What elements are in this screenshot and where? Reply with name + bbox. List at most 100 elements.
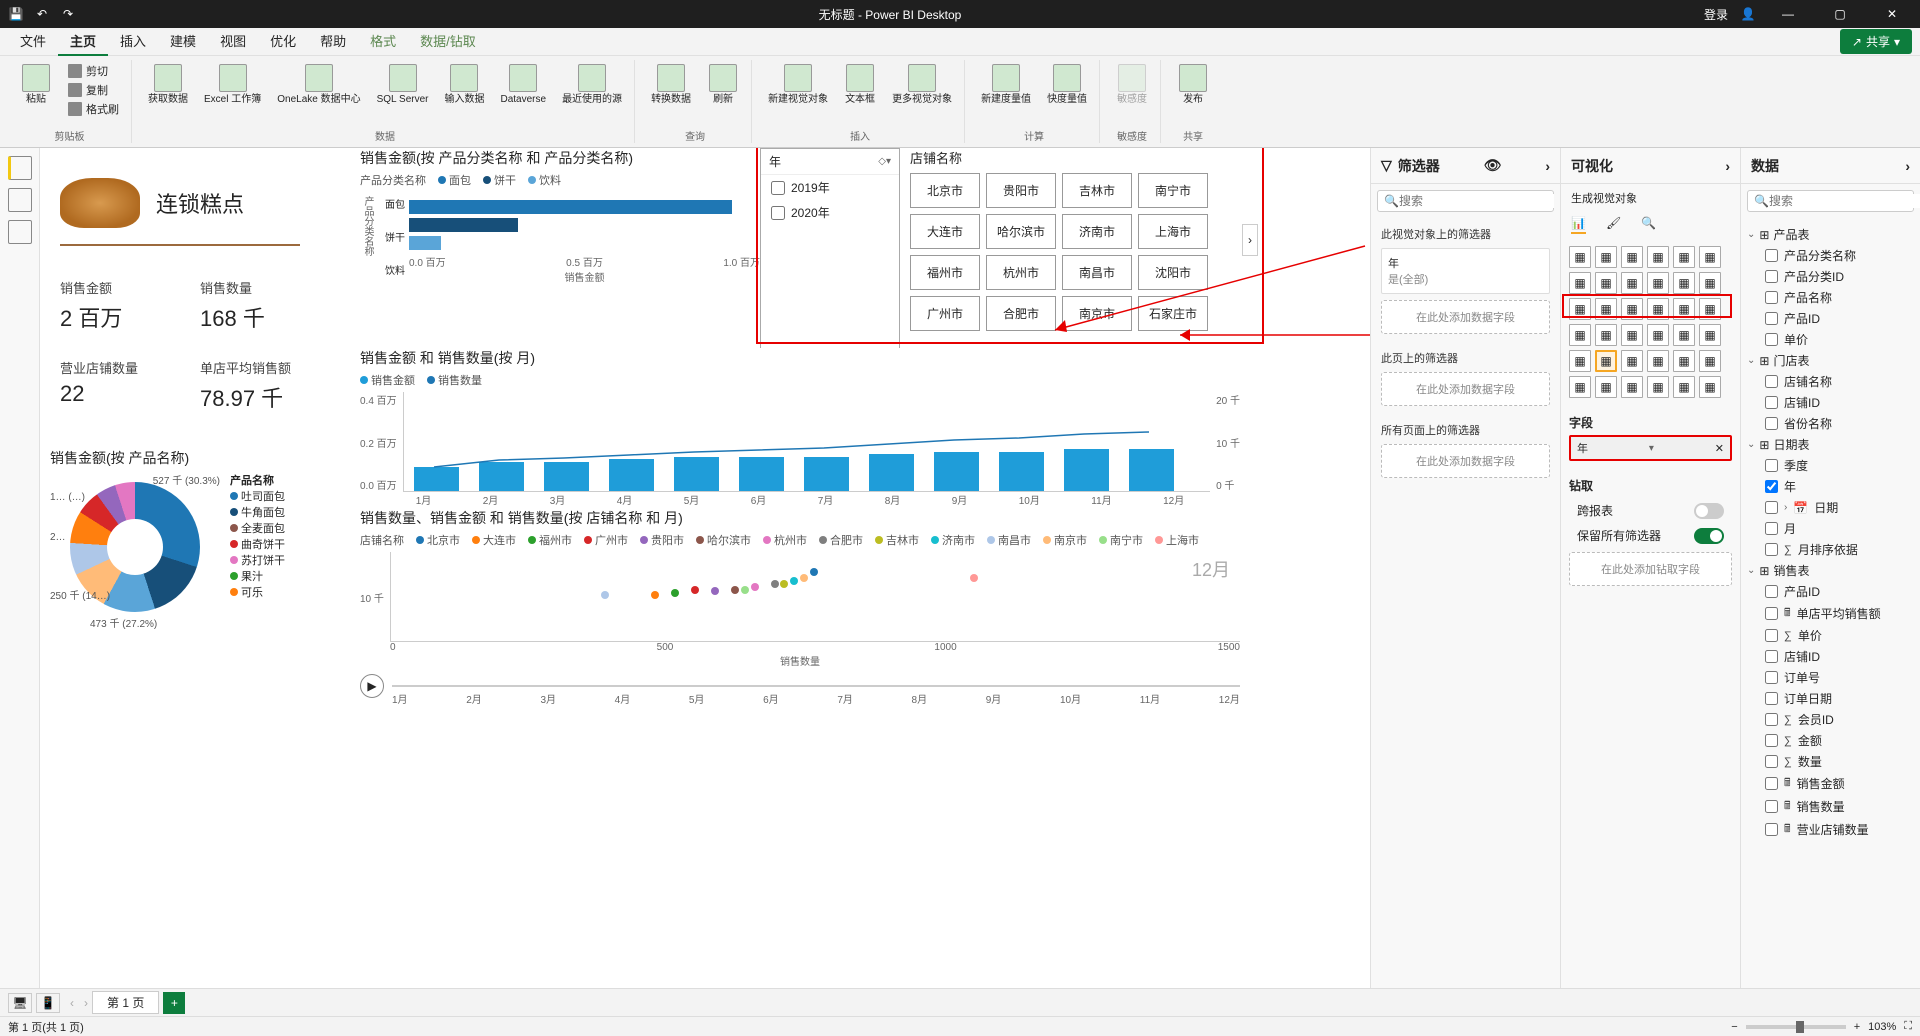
- field-item[interactable]: 产品ID: [1747, 581, 1914, 602]
- slicer-tile[interactable]: 大连市: [910, 214, 980, 249]
- brand-visual[interactable]: 连锁糕点: [60, 178, 244, 228]
- slicer-tile[interactable]: 广州市: [910, 296, 980, 331]
- cut-button[interactable]: 剪切: [64, 62, 123, 80]
- fit-page-icon[interactable]: ⛶: [1904, 1020, 1912, 1033]
- kpi-sales-qty[interactable]: 销售数量 168 千: [200, 278, 265, 333]
- field-item[interactable]: 🖩单店平均销售额: [1747, 602, 1914, 625]
- tab-optimize[interactable]: 优化: [258, 28, 308, 56]
- slicer-tile[interactable]: 石家庄市: [1138, 296, 1208, 331]
- slicer-tile[interactable]: 上海市: [1138, 214, 1208, 249]
- filter-drop-zone[interactable]: 在此处添加数据字段: [1381, 300, 1550, 334]
- desktop-view-icon[interactable]: 🖥: [8, 993, 32, 1013]
- viz-type-icon[interactable]: ▦: [1621, 298, 1643, 320]
- more-visuals-button[interactable]: 更多视觉对象: [886, 60, 958, 128]
- undo-icon[interactable]: ↶: [34, 6, 50, 22]
- refresh-button[interactable]: 刷新: [701, 60, 745, 128]
- zoom-out-icon[interactable]: −: [1731, 1021, 1737, 1033]
- new-measure-button[interactable]: 新建度量值: [975, 60, 1037, 128]
- field-chip-year[interactable]: 年 ▾ ✕: [1569, 435, 1732, 461]
- viz-type-icon[interactable]: ▦: [1595, 272, 1617, 294]
- field-item[interactable]: 产品名称: [1747, 287, 1914, 308]
- close-icon[interactable]: ✕: [1872, 0, 1912, 28]
- slicer-tile[interactable]: 吉林市: [1062, 173, 1132, 208]
- scatter-chart-visual[interactable]: 销售数量、销售金额 和 销售数量(按 店铺名称 和 月) 店铺名称北京市大连市福…: [360, 508, 1240, 698]
- excel-button[interactable]: Excel 工作簿: [198, 60, 267, 128]
- build-tab-icon[interactable]: 📊: [1571, 216, 1586, 234]
- field-item[interactable]: ∑会员ID: [1747, 709, 1914, 730]
- viz-type-icon[interactable]: ▦: [1621, 350, 1643, 372]
- slicer-tile[interactable]: 贵阳市: [986, 173, 1056, 208]
- share-button[interactable]: ↗共享▾: [1840, 29, 1912, 54]
- filters-search[interactable]: 🔍: [1377, 190, 1554, 212]
- donut-chart-visual[interactable]: 销售金额(按 产品名称) 527 千 (30.3%) 1… (…) 2… 250…: [50, 448, 350, 622]
- keep-filters-toggle[interactable]: 保留所有筛选器: [1569, 523, 1732, 548]
- viz-type-icon[interactable]: ▦: [1569, 272, 1591, 294]
- viz-type-icon[interactable]: ▦: [1673, 324, 1695, 346]
- redo-icon[interactable]: ↷: [60, 6, 76, 22]
- recent-sources-button[interactable]: 最近使用的源: [556, 60, 628, 128]
- viz-type-icon[interactable]: ▦: [1673, 246, 1695, 268]
- enter-data-button[interactable]: 输入数据: [438, 60, 490, 128]
- field-item[interactable]: 产品分类名称: [1747, 245, 1914, 266]
- field-item[interactable]: 店铺ID: [1747, 646, 1914, 667]
- mobile-view-icon[interactable]: 📱: [36, 993, 60, 1013]
- chevron-down-icon[interactable]: ▾: [1649, 443, 1654, 454]
- field-item[interactable]: 🖩销售金额: [1747, 772, 1914, 795]
- viz-type-icon[interactable]: ▦: [1647, 272, 1669, 294]
- tab-format[interactable]: 格式: [358, 28, 408, 56]
- collapse-icon[interactable]: ›: [1725, 158, 1730, 174]
- viz-type-icon[interactable]: ▦: [1621, 246, 1643, 268]
- viz-type-icon[interactable]: ▦: [1647, 246, 1669, 268]
- tab-file[interactable]: 文件: [8, 28, 58, 56]
- new-visual-button[interactable]: 新建视觉对象: [762, 60, 834, 128]
- filter-drop-zone[interactable]: 在此处添加数据字段: [1381, 372, 1550, 406]
- slicer-tile[interactable]: 杭州市: [986, 255, 1056, 290]
- kpi-sales-amount[interactable]: 销售金额 2 百万: [60, 278, 122, 333]
- eraser-icon[interactable]: ◇: [878, 156, 886, 167]
- data-view-icon[interactable]: [8, 188, 32, 212]
- eye-icon[interactable]: 👁: [1484, 157, 1502, 174]
- login-button[interactable]: 登录: [1704, 6, 1728, 23]
- viz-type-icon[interactable]: ▦: [1673, 272, 1695, 294]
- format-tab-icon[interactable]: 🖌: [1606, 216, 1621, 234]
- year-slicer-visual[interactable]: 年 ◇ ▾ 2019年 2020年 ▽ ⛶ ⋯: [760, 148, 900, 378]
- table-header[interactable]: ⌄⊞销售表: [1747, 560, 1914, 581]
- slicer-tile[interactable]: 合肥市: [986, 296, 1056, 331]
- viz-type-icon[interactable]: ▦: [1595, 324, 1617, 346]
- zoom-in-icon[interactable]: +: [1854, 1021, 1860, 1033]
- field-item[interactable]: 订单日期: [1747, 688, 1914, 709]
- paste-button[interactable]: 粘贴: [14, 60, 58, 128]
- table-header[interactable]: ⌄⊞日期表: [1747, 434, 1914, 455]
- tab-help[interactable]: 帮助: [308, 28, 358, 56]
- viz-type-icon[interactable]: ▦: [1621, 272, 1643, 294]
- textbox-button[interactable]: 文本框: [838, 60, 882, 128]
- combo-chart-visual[interactable]: 销售金额 和 销售数量(按 月) 销售金额 销售数量 0.4 百万0.2 百万0…: [360, 348, 1240, 522]
- transform-data-button[interactable]: 转换数据: [645, 60, 697, 128]
- slicer-tile[interactable]: 北京市: [910, 173, 980, 208]
- slicer-tile[interactable]: 南昌市: [1062, 255, 1132, 290]
- get-data-button[interactable]: 获取数据: [142, 60, 194, 128]
- drill-drop-zone[interactable]: 在此处添加钻取字段: [1569, 552, 1732, 586]
- viz-type-icon[interactable]: ▦: [1647, 376, 1669, 398]
- quick-measure-button[interactable]: 快度量值: [1041, 60, 1093, 128]
- field-item[interactable]: ›📅日期: [1747, 497, 1914, 518]
- slicer-item[interactable]: 2020年: [761, 200, 899, 225]
- minimize-icon[interactable]: —: [1768, 0, 1808, 28]
- model-view-icon[interactable]: [8, 220, 32, 244]
- collapse-icon[interactable]: ›: [1545, 158, 1550, 174]
- tab-data-drill[interactable]: 数据/钻取: [408, 28, 488, 56]
- sensitivity-button[interactable]: 敏感度: [1110, 60, 1154, 128]
- sql-button[interactable]: SQL Server: [371, 60, 435, 128]
- slicer-item[interactable]: 2019年: [761, 175, 899, 200]
- maximize-icon[interactable]: ▢: [1820, 0, 1860, 28]
- viz-type-icon[interactable]: ▦: [1699, 298, 1721, 320]
- store-slicer-visual[interactable]: 店铺名称 北京市贵阳市吉林市南宁市大连市哈尔滨市济南市上海市福州市杭州市南昌市沈…: [910, 148, 1240, 331]
- field-item[interactable]: 🖩营业店铺数量: [1747, 818, 1914, 841]
- filter-drop-zone[interactable]: 在此处添加数据字段: [1381, 444, 1550, 478]
- copy-button[interactable]: 复制: [64, 81, 123, 99]
- tab-home[interactable]: 主页: [58, 28, 108, 56]
- field-item[interactable]: 季度: [1747, 455, 1914, 476]
- field-item[interactable]: 年: [1747, 476, 1914, 497]
- viz-type-icon[interactable]: ▦: [1673, 350, 1695, 372]
- viz-type-icon[interactable]: ▦: [1699, 376, 1721, 398]
